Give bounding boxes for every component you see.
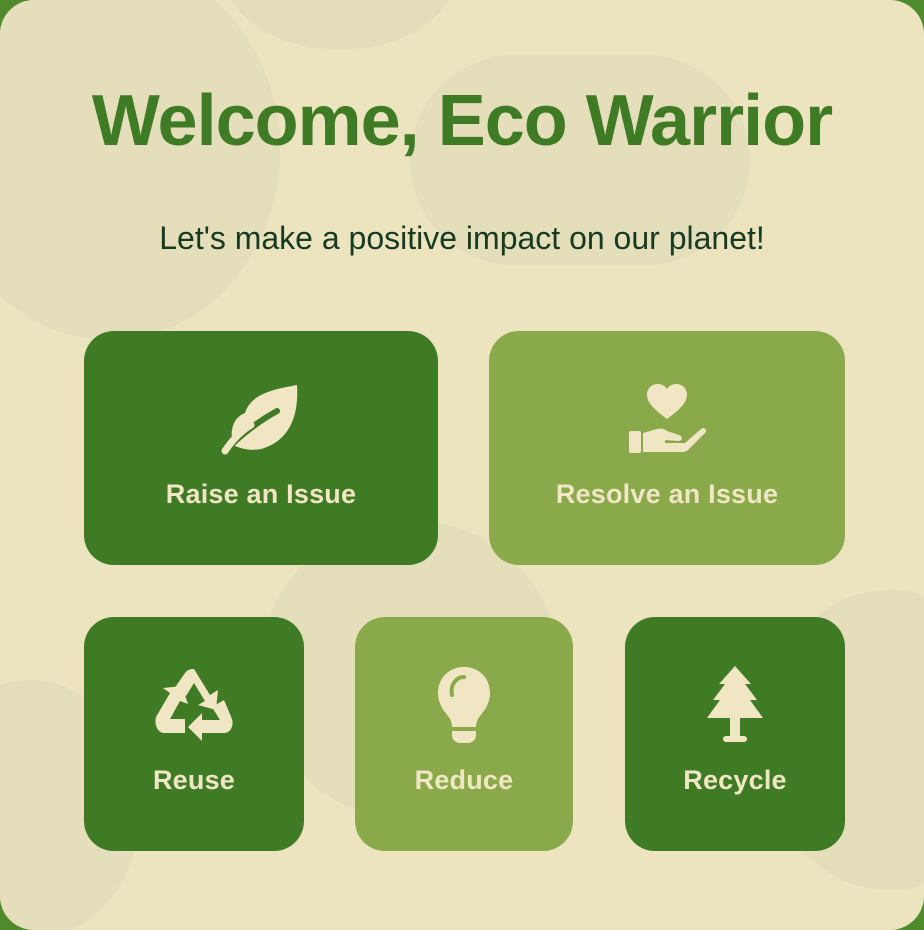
raise-issue-label: Raise an Issue — [165, 479, 357, 509]
background-blob — [0, 0, 280, 340]
page-title: Welcome, Eco Warrior — [91, 81, 833, 161]
reduce-button[interactable]: Reduce — [355, 617, 573, 851]
reuse-label: Reuse — [152, 765, 236, 795]
leaf-icon — [221, 385, 298, 455]
tree-icon — [707, 666, 763, 742]
background-blob — [220, 0, 460, 50]
welcome-panel: Welcome, Eco Warrior Let's make a positi… — [0, 0, 924, 930]
recycle-icon — [155, 669, 233, 741]
reduce-label: Reduce — [414, 765, 514, 795]
resolve-issue-button[interactable]: Resolve an Issue — [489, 331, 845, 565]
hand-holding-heart-icon — [629, 384, 707, 453]
recycle-label: Recycle — [683, 765, 787, 795]
resolve-issue-label: Resolve an Issue — [555, 479, 779, 509]
reuse-button[interactable]: Reuse — [84, 617, 304, 851]
page-subtitle: Let's make a positive impact on our plan… — [159, 220, 765, 256]
lightbulb-icon — [438, 667, 490, 743]
raise-issue-button[interactable]: Raise an Issue — [84, 331, 438, 565]
recycle-button[interactable]: Recycle — [625, 617, 845, 851]
